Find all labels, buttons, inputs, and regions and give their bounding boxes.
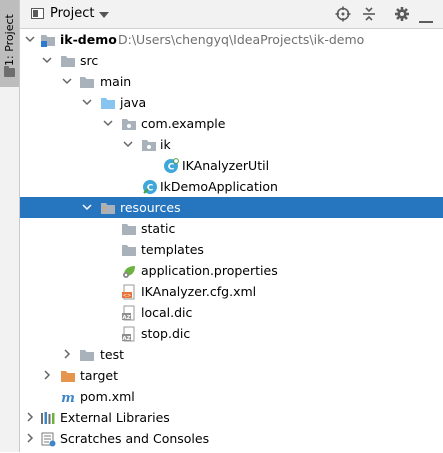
tree-row-label: Scratches and Consoles (60, 431, 210, 446)
folder-icon (60, 53, 76, 69)
chevron-down-icon[interactable] (81, 197, 93, 218)
chevron-down-icon[interactable] (61, 71, 73, 92)
tree-row-stop-dic[interactable]: AZ stop.dic (20, 323, 443, 344)
view-selector-label[interactable]: Project (50, 6, 94, 21)
tree-row-label: resources (120, 200, 181, 215)
tree-row-label: IKAnalyzer.cfg.xml (141, 284, 257, 299)
project-header: Project (20, 0, 443, 29)
chevron-down-icon[interactable] (102, 113, 114, 134)
tree-row-label: com.example (141, 116, 226, 131)
libraries-icon (40, 410, 56, 426)
tree-row-label: IkDemoApplication (160, 179, 278, 194)
tree-row-ikdemoapplication[interactable]: C IkDemoApplication (20, 176, 443, 197)
tree-row-label: ik (160, 137, 171, 152)
spring-boot-class-icon: C (142, 179, 158, 195)
chevron-down-icon[interactable] (24, 29, 36, 50)
collapse-all-icon[interactable] (361, 6, 377, 22)
module-folder-icon (40, 32, 56, 48)
folder-icon (4, 66, 15, 77)
locate-icon[interactable] (335, 6, 351, 22)
tree-row-label: java (120, 95, 147, 110)
tree-row-label: static (141, 221, 176, 236)
folder-icon (79, 74, 95, 90)
tree-row-external-libraries[interactable]: External Libraries (20, 407, 443, 428)
project-view-icon (31, 8, 44, 19)
maven-icon: m (60, 389, 76, 406)
excluded-folder-icon (60, 368, 76, 384)
chevron-down-icon[interactable] (81, 92, 93, 113)
svg-text:<>: <> (123, 293, 131, 299)
tree-row-pom-xml[interactable]: m pom.xml (20, 386, 443, 407)
tree-row-static[interactable]: static (20, 218, 443, 239)
tree-row-ik[interactable]: ik (20, 134, 443, 155)
chevron-down-icon[interactable] (41, 50, 53, 71)
java-class-icon: C (163, 158, 179, 174)
tree-row-java[interactable]: java (20, 92, 443, 113)
tree-row-label: External Libraries (60, 410, 170, 425)
tree-row-label: test (100, 347, 125, 362)
tree-row-templates[interactable]: templates (20, 239, 443, 260)
chevron-right-icon[interactable] (24, 407, 36, 428)
tree-row-label: pom.xml (80, 389, 135, 404)
tree-row-main[interactable]: main (20, 71, 443, 92)
tree-row-application-properties[interactable]: application.properties (20, 260, 443, 281)
project-tool-tab[interactable]: 1: Project (0, 0, 19, 87)
tree-row-test[interactable]: test (20, 344, 443, 365)
dictionary-file-icon: AZ (121, 305, 137, 321)
project-tree: ik-demo D:\Users\chengyq\IdeaProjects\ik… (20, 29, 443, 449)
folder-icon (121, 242, 137, 258)
tool-window-strip: 1: Project (0, 0, 20, 452)
chevron-right-icon[interactable] (61, 344, 73, 365)
tree-row-scratches-and-consoles[interactable]: Scratches and Consoles (20, 428, 443, 449)
tree-row-resources[interactable]: resources (20, 197, 443, 218)
tree-row-label: local.dic (141, 305, 193, 320)
chevron-right-icon[interactable] (41, 365, 53, 386)
folder-icon (121, 221, 137, 237)
chevron-right-icon[interactable] (24, 428, 36, 449)
svg-text:C: C (147, 184, 154, 194)
gear-icon[interactable] (394, 6, 410, 22)
dictionary-file-icon: AZ (121, 326, 137, 342)
resources-folder-icon (100, 200, 116, 216)
tree-row-ikanalyzer-cfg-xml[interactable]: <> IKAnalyzer.cfg.xml (20, 281, 443, 302)
tree-row-target[interactable]: target (20, 365, 443, 386)
tree-row-label: stop.dic (141, 326, 191, 341)
package-icon (121, 116, 137, 132)
chevron-down-icon[interactable] (122, 134, 134, 155)
tree-row-label: templates (141, 242, 204, 257)
package-icon (141, 137, 157, 153)
project-tool-tab-label: 1: Project (3, 14, 16, 66)
svg-text:AZ: AZ (122, 315, 130, 321)
tree-row-ikanalyzerutil[interactable]: C IKAnalyzerUtil (20, 155, 443, 176)
tree-row-com-example[interactable]: com.example (20, 113, 443, 134)
tree-row-label: target (80, 368, 119, 383)
svg-text:AZ: AZ (122, 336, 130, 342)
xml-file-icon: <> (121, 284, 137, 300)
scratches-icon (40, 431, 56, 447)
project-path: D:\Users\chengyq\IdeaProjects\ik-demo (118, 32, 365, 47)
tree-row-src[interactable]: src (20, 50, 443, 71)
tree-row-local-dic[interactable]: AZ local.dic (20, 302, 443, 323)
tree-row-label: main (100, 74, 132, 89)
tree-row-ik-demo[interactable]: ik-demo D:\Users\chengyq\IdeaProjects\ik… (20, 29, 443, 50)
spring-properties-icon (121, 263, 137, 279)
tree-row-label: src (80, 53, 99, 68)
folder-icon (79, 347, 95, 363)
tree-row-label: application.properties (141, 263, 278, 278)
tree-row-label: IKAnalyzerUtil (182, 158, 270, 173)
svg-text:C: C (168, 163, 175, 173)
minimize-icon[interactable] (419, 12, 435, 23)
source-folder-icon (100, 95, 116, 111)
tree-row-label: ik-demo (60, 32, 117, 47)
svg-text:m: m (61, 391, 75, 405)
chevron-down-icon[interactable] (99, 12, 109, 18)
